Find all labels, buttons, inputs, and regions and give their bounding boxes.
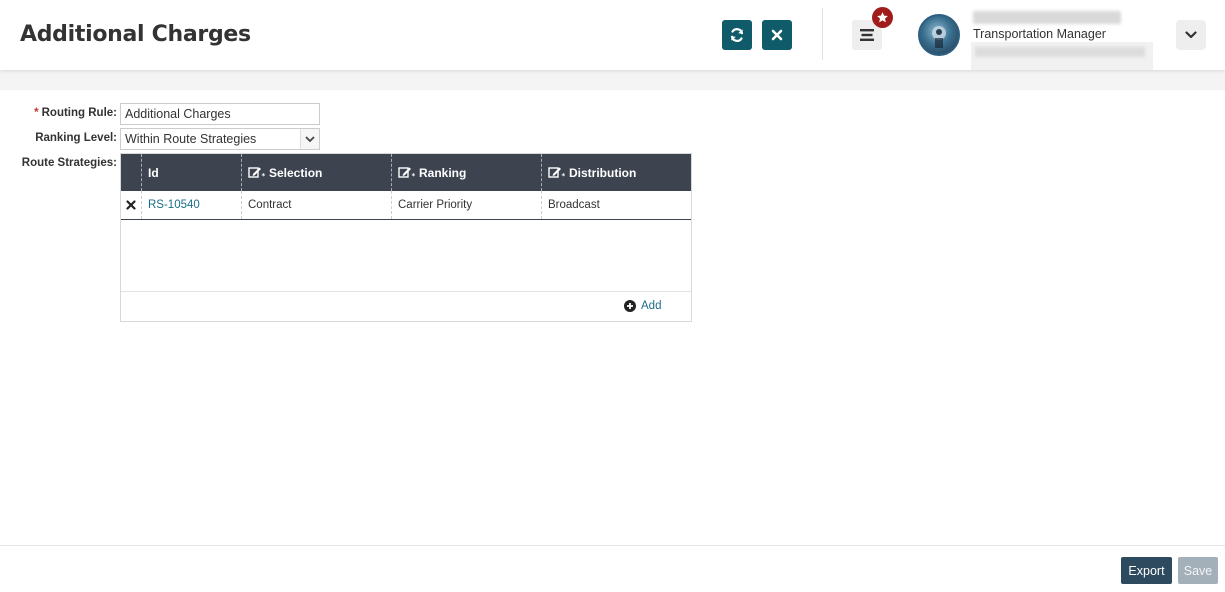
add-row-button[interactable]: Add <box>624 300 661 312</box>
route-strategies-label: Route Strategies: <box>21 157 117 169</box>
editable-icon: * <box>248 167 266 179</box>
header-divider <box>822 8 823 60</box>
hamburger-menu-icon <box>860 29 874 41</box>
column-header-ranking[interactable]: * Ranking <box>391 154 541 191</box>
routing-rule-label: * Routing Rule: <box>34 107 117 119</box>
column-header-distribution[interactable]: * Distribution <box>541 154 691 191</box>
select-arrow[interactable] <box>300 129 319 149</box>
chevron-down-icon <box>305 135 315 142</box>
grid-footer: Add <box>121 291 691 321</box>
user-role: Transportation Manager <box>973 27 1106 41</box>
route-strategies-grid: Id * Selection * Ranking * Distribution … <box>120 153 692 322</box>
delete-x-icon <box>126 200 136 210</box>
table-row[interactable]: RS-10540 Contract Carrier Priority Broad… <box>121 191 691 220</box>
cell-ranking[interactable]: Carrier Priority <box>391 191 541 219</box>
svg-text:*: * <box>412 172 416 179</box>
page-title: Additional Charges <box>20 22 251 47</box>
cell-distribution[interactable]: Broadcast <box>541 191 691 219</box>
grid-header: Id * Selection * Ranking * Distribution <box>121 154 691 191</box>
user-avatar[interactable] <box>918 14 960 56</box>
close-icon <box>771 29 783 41</box>
editable-icon: * <box>398 167 416 179</box>
save-button[interactable]: Save <box>1178 557 1218 584</box>
routing-rule-input[interactable] <box>120 103 320 125</box>
ranking-level-value: Within Route Strategies <box>125 132 257 146</box>
column-header-id[interactable]: Id <box>141 154 241 191</box>
column-header-selection[interactable]: * Selection <box>241 154 391 191</box>
star-badge-icon <box>877 12 888 23</box>
ranking-level-select[interactable]: Within Route Strategies <box>120 128 320 150</box>
cell-id-link[interactable]: RS-10540 <box>141 191 241 219</box>
ranking-level-label: Ranking Level: <box>35 132 117 144</box>
plus-circle-icon <box>624 300 636 312</box>
cell-selection[interactable]: Contract <box>241 191 391 219</box>
close-button[interactable] <box>762 20 792 50</box>
app-header: Additional Charges Transportation Manage… <box>0 0 1225 70</box>
user-menu-dropdown[interactable] <box>1176 20 1206 50</box>
export-button[interactable]: Export <box>1121 557 1172 584</box>
svg-text:*: * <box>262 172 266 179</box>
favorites-badge[interactable] <box>872 7 893 28</box>
refresh-icon <box>730 28 744 42</box>
chevron-down-icon <box>1185 31 1197 39</box>
refresh-button[interactable] <box>722 20 752 50</box>
user-email-redacted <box>971 42 1153 70</box>
footer-bar <box>0 545 1225 592</box>
avatar-image <box>932 26 946 48</box>
delete-row-button[interactable] <box>121 191 141 219</box>
user-name-redacted <box>973 11 1121 24</box>
editable-icon: * <box>548 167 566 179</box>
svg-text:*: * <box>562 172 566 179</box>
